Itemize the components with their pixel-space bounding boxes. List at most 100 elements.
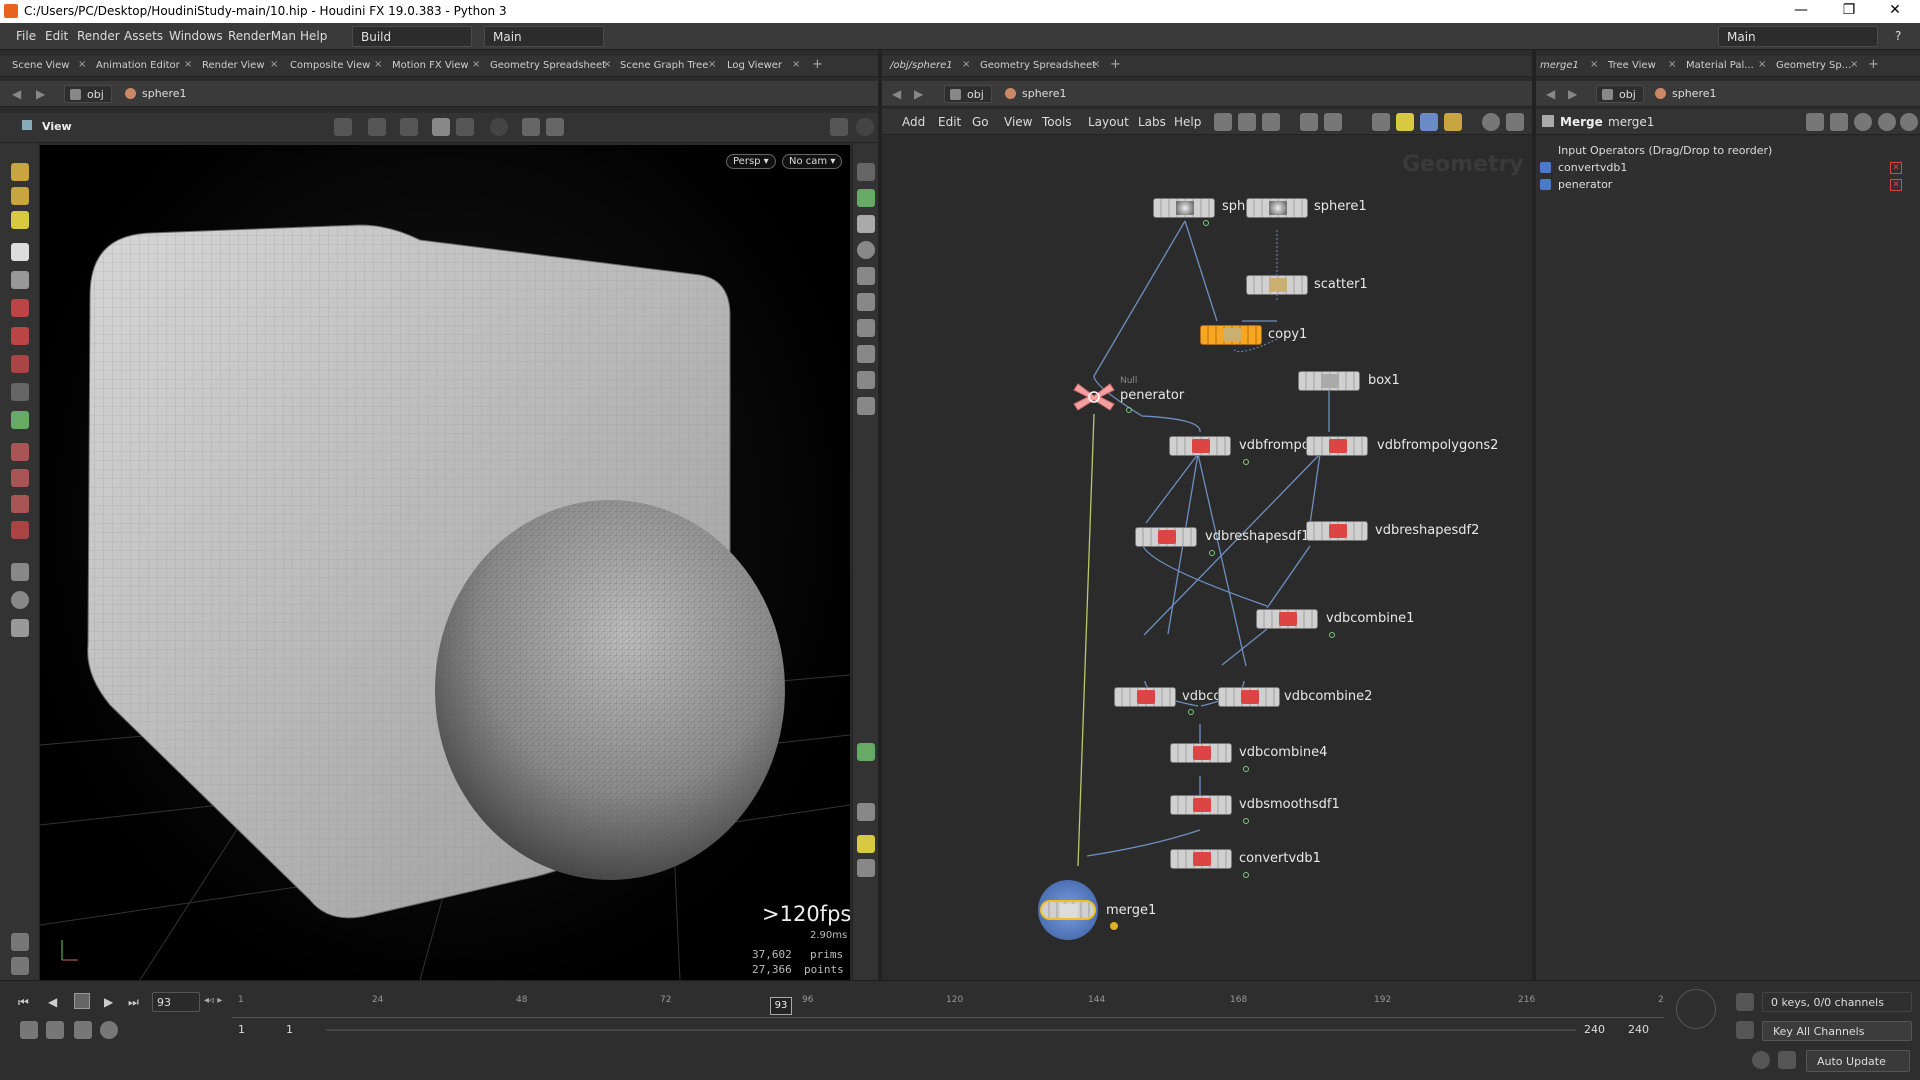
- menu-file[interactable]: File: [16, 29, 36, 43]
- persp-menu[interactable]: Persp ▾: [726, 154, 776, 169]
- menu-edit[interactable]: Edit: [45, 29, 68, 43]
- audio-dial-icon[interactable]: [1676, 989, 1716, 1029]
- audio-icon[interactable]: [46, 1021, 64, 1039]
- step-frame-icons[interactable]: ◂◃ ▸: [204, 995, 222, 1006]
- key-all-channels-button[interactable]: Key All Channels: [1762, 1021, 1912, 1041]
- tab-scene-view[interactable]: Scene View: [12, 60, 69, 71]
- back-arrow-icon[interactable]: ◀: [12, 87, 21, 101]
- help-icon[interactable]: ?: [1895, 29, 1901, 43]
- select-arrow-icon[interactable]: [11, 243, 29, 261]
- key-icon[interactable]: [1736, 993, 1754, 1011]
- tab-composite-view[interactable]: Composite View: [290, 60, 370, 71]
- handles-icon[interactable]: [400, 118, 418, 136]
- play-reverse-icon[interactable]: ◀: [48, 995, 57, 1009]
- snap-icon[interactable]: [368, 118, 386, 136]
- magnet-icon-3[interactable]: [11, 521, 29, 539]
- net-menu-layout[interactable]: Layout: [1088, 115, 1129, 129]
- menu-windows[interactable]: Windows: [169, 29, 223, 43]
- wire-display-icon[interactable]: [857, 743, 875, 761]
- tab-network-obj-sphere1[interactable]: /obj/sphere1: [890, 60, 953, 71]
- snapshot-icon-2[interactable]: [1506, 113, 1524, 131]
- net-menu-labs[interactable]: Labs: [1138, 115, 1166, 129]
- add-tab-icon-3[interactable]: +: [1868, 57, 1879, 72]
- refresh-icon[interactable]: [1778, 1051, 1796, 1069]
- normals-display-icon[interactable]: [857, 371, 875, 389]
- rotate-tool-icon[interactable]: [11, 327, 29, 345]
- start-frame-2[interactable]: 1: [286, 1023, 293, 1036]
- points-display-icon[interactable]: [857, 345, 875, 363]
- shading-icon[interactable]: [857, 241, 875, 259]
- lock-icon[interactable]: [11, 271, 29, 289]
- end-frame-2[interactable]: 240: [1628, 1023, 1649, 1036]
- brush-tool-icon[interactable]: [11, 163, 29, 181]
- remove-input-icon-2[interactable]: ✕: [1890, 179, 1902, 191]
- tab-material-palette[interactable]: Material Pal...: [1686, 60, 1754, 71]
- current-frame-field[interactable]: 93: [152, 992, 200, 1012]
- image-icon[interactable]: [1420, 113, 1438, 131]
- jump-start-icon[interactable]: ⏮: [18, 995, 29, 1010]
- node-vdbcombine1[interactable]: [1256, 609, 1318, 629]
- scale-tool-icon[interactable]: [11, 355, 29, 373]
- thumbnail-view-icon[interactable]: [1324, 113, 1342, 131]
- back-arrow-icon-2[interactable]: ◀: [892, 87, 901, 101]
- forward-arrow-icon[interactable]: ▶: [36, 87, 45, 101]
- path-obj-3[interactable]: obj: [1596, 85, 1644, 103]
- node-convertvdb1[interactable]: [1170, 849, 1232, 869]
- path-obj[interactable]: obj: [64, 85, 112, 103]
- search-icon[interactable]: [1854, 113, 1872, 131]
- path-node[interactable]: sphere1: [120, 85, 740, 103]
- end-frame[interactable]: 240: [1584, 1023, 1605, 1036]
- menu-render[interactable]: Render: [77, 29, 120, 43]
- back-arrow-icon-3[interactable]: ◀: [1546, 87, 1555, 101]
- menu-help[interactable]: Help: [300, 29, 327, 43]
- tree-icon[interactable]: [1238, 113, 1256, 131]
- net-menu-view[interactable]: View: [1004, 115, 1032, 129]
- grid-view-icon[interactable]: [1300, 113, 1318, 131]
- node-vdbcombine3[interactable]: [1114, 687, 1176, 707]
- timeline-ruler[interactable]: 1 24 48 72 96 120 144 168 192 216 2 93: [232, 995, 1664, 1025]
- loop-icon[interactable]: [74, 1021, 92, 1039]
- node-vdbcombine2[interactable]: [1218, 687, 1280, 707]
- node-scatter1[interactable]: [1246, 275, 1308, 295]
- info-icon-2[interactable]: [1878, 113, 1896, 131]
- pane-splitter-1[interactable]: [878, 50, 882, 980]
- paint-tool-icon[interactable]: [11, 187, 29, 205]
- lock-camera-icon[interactable]: [857, 215, 875, 233]
- 3d-viewport[interactable]: Persp ▾ No cam ▾ >120fps 2.90ms 37,602 p…: [40, 145, 850, 980]
- pencil-tool-icon[interactable]: [11, 211, 29, 229]
- forward-arrow-icon-2[interactable]: ▶: [914, 87, 923, 101]
- tab-render-view[interactable]: Render View: [202, 60, 265, 71]
- node-sphere[interactable]: [1153, 198, 1215, 218]
- render-region-icon[interactable]: [546, 118, 564, 136]
- path-node-2[interactable]: sphere1: [1000, 85, 1380, 103]
- wrench-icon[interactable]: [1214, 113, 1232, 131]
- info-icon[interactable]: [857, 803, 875, 821]
- display-tool-icon-1[interactable]: [857, 163, 875, 181]
- snapshot-icon[interactable]: [857, 859, 875, 877]
- magnet-icon[interactable]: [11, 469, 29, 487]
- tab-animation-editor[interactable]: Animation Editor: [96, 60, 180, 71]
- jump-end-icon[interactable]: ⏭: [128, 995, 139, 1010]
- background-icon[interactable]: [857, 319, 875, 337]
- add-tab-icon[interactable]: +: [812, 57, 823, 72]
- node-vdbfrompolygons2[interactable]: [1306, 436, 1368, 456]
- desktop-selector-right[interactable]: Main: [1718, 26, 1878, 47]
- playhead-marker[interactable]: 93: [770, 997, 792, 1015]
- node-box1[interactable]: [1298, 371, 1360, 391]
- restore-icon[interactable]: ❐: [1834, 2, 1864, 18]
- handle-tool-icon[interactable]: [11, 411, 29, 429]
- display-tool-icon-2[interactable]: [857, 189, 875, 207]
- move-tool-icon[interactable]: [11, 299, 29, 317]
- network-box-icon[interactable]: [1444, 113, 1462, 131]
- gear-icon[interactable]: [1806, 113, 1824, 131]
- node-sphere1[interactable]: [1246, 198, 1308, 218]
- node-merge1[interactable]: [1040, 900, 1096, 920]
- node-copy1[interactable]: [1200, 325, 1262, 345]
- ghost-icon[interactable]: [456, 118, 474, 136]
- node-vdbfrompolygons1[interactable]: [1169, 436, 1231, 456]
- net-menu-go[interactable]: Go: [972, 115, 989, 129]
- help-icon-2[interactable]: [1900, 113, 1918, 131]
- tab-geometry-spreadsheet-2[interactable]: Geometry Spreadsheet: [980, 60, 1096, 71]
- input-row-2[interactable]: penerator ✕: [1538, 177, 1906, 193]
- tab-geometry-spreadsheet[interactable]: Geometry Spreadsheet: [490, 60, 606, 71]
